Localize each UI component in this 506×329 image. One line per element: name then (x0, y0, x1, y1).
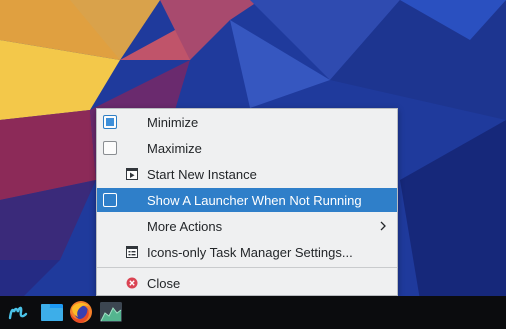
task-context-menu: Minimize Maximize Start New Instance Sho… (96, 108, 398, 296)
app-launcher-icon[interactable] (6, 300, 30, 324)
show-launcher-checkbox[interactable] (103, 193, 117, 207)
menu-item-close[interactable]: Close (97, 271, 397, 295)
maximize-checkbox[interactable] (103, 141, 117, 155)
start-instance-icon (126, 168, 138, 180)
menu-item-label: Maximize (147, 140, 202, 156)
menu-item-label: Minimize (147, 114, 199, 130)
menu-item-label: More Actions (147, 218, 223, 234)
chevron-right-icon (380, 221, 386, 231)
menu-item-maximize[interactable]: Maximize (97, 136, 397, 160)
desktop: Minimize Maximize Start New Instance Sho… (0, 0, 506, 329)
menu-item-label: Close (147, 275, 181, 291)
menu-separator (97, 267, 397, 268)
menu-item-minimize[interactable]: Minimize (97, 110, 397, 134)
menu-item-show-launcher[interactable]: Show A Launcher When Not Running (97, 188, 397, 212)
menu-item-more-actions[interactable]: More Actions (97, 214, 397, 238)
system-monitor-icon[interactable] (99, 300, 123, 324)
close-icon (126, 277, 138, 289)
menu-item-label: Show A Launcher When Not Running (147, 192, 362, 208)
minimize-checkbox[interactable] (103, 115, 117, 129)
taskbar (0, 296, 506, 329)
menu-item-start-new-instance[interactable]: Start New Instance (97, 162, 397, 186)
menu-item-label: Start New Instance (147, 166, 257, 182)
firefox-icon[interactable] (69, 300, 93, 324)
settings-list-icon (126, 246, 138, 258)
menu-item-label: Icons-only Task Manager Settings... (147, 244, 353, 260)
file-manager-icon[interactable] (40, 300, 64, 324)
menu-item-task-manager-settings[interactable]: Icons-only Task Manager Settings... (97, 240, 397, 264)
